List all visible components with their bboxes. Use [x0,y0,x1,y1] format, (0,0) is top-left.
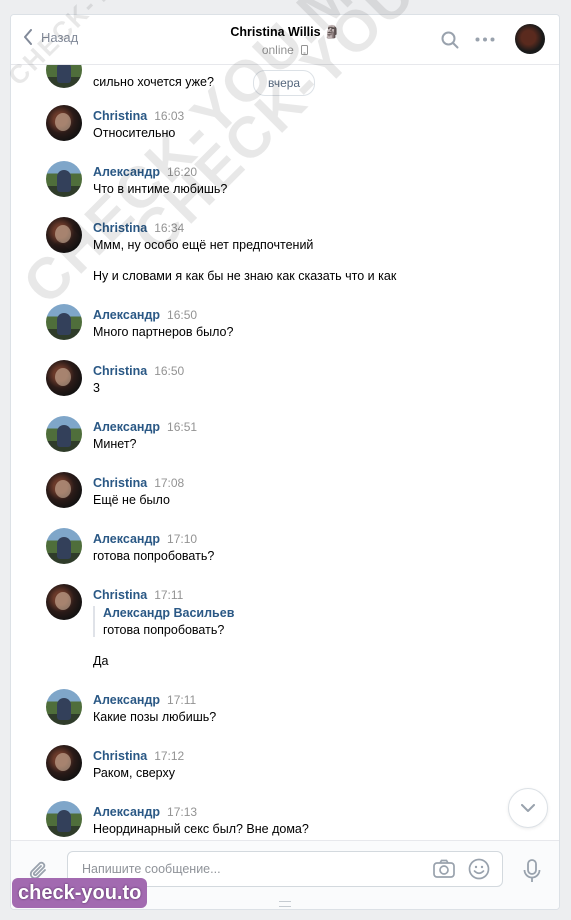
message-text: Ммм, ну особо ещё нет предпочтений [93,238,314,252]
message-time[interactable]: 16:51 [167,420,197,434]
message-time[interactable]: 16:34 [154,221,184,235]
author-name[interactable]: Christina [93,221,147,235]
message-time[interactable]: 17:12 [154,749,184,763]
message-time[interactable]: 17:10 [167,532,197,546]
message-input[interactable] [80,861,424,877]
message-text: Неординарный секс был? Вне дома? [93,822,309,836]
message-time[interactable]: 16:03 [154,109,184,123]
avatar[interactable] [46,472,82,508]
message-text: сильно хочется уже? [93,75,214,89]
chevron-down-icon [521,804,535,812]
message-time[interactable]: 17:08 [154,476,184,490]
author-name[interactable]: Christina [93,109,147,123]
author-name[interactable]: Christina [93,749,147,763]
message-text: Раком, сверху [93,766,175,780]
avatar[interactable] [46,105,82,141]
phone-icon [301,45,309,55]
avatar[interactable] [46,745,82,781]
author-name[interactable]: Александр [93,805,160,819]
author-name[interactable]: Christina [93,364,147,378]
author-name[interactable]: Christina [93,588,147,602]
avatar[interactable] [46,161,82,197]
camera-icon[interactable] [433,859,455,879]
avatar[interactable] [46,528,82,564]
author-name[interactable]: Александр [93,165,160,179]
message-list[interactable]: вчера сильно хочется уже? Christina 16:03… [11,64,559,841]
more-icon[interactable] [475,37,495,42]
status-text: online [261,43,294,57]
message-text: Да [93,654,109,668]
avatar[interactable] [46,217,82,253]
message-text: Относительно [93,126,176,140]
quote-author[interactable]: Александр Васильев [103,606,234,620]
search-icon[interactable] [441,31,459,49]
message-time[interactable]: 16:50 [167,308,197,322]
online-status: online [11,43,559,57]
avatar[interactable] [46,801,82,837]
message-text: Ещё не было [93,493,170,507]
message-text: Что в интиме любишь? [93,182,228,196]
message-time[interactable]: 16:20 [167,165,197,179]
avatar[interactable] [46,689,82,725]
message-text: Много партнеров было? [93,325,234,339]
quote-text: готова попробовать? [103,623,225,637]
avatar[interactable] [46,416,82,452]
message-text: Какие позы любишь? [93,710,217,724]
author-name[interactable]: Александр [93,532,160,546]
chat-header: Назад Christina Willis 🗿 online [11,15,559,65]
message-text: 3 [93,381,100,395]
author-name[interactable]: Александр [93,420,160,434]
avatar[interactable] [46,64,82,88]
message-time[interactable]: 17:13 [167,805,197,819]
author-name[interactable]: Christina [93,476,147,490]
message-time[interactable]: 17:11 [167,693,196,707]
avatar[interactable] [46,584,82,620]
microphone-icon[interactable] [523,859,541,883]
message-text: Ну и словами я как бы не знаю как сказат… [93,269,397,283]
chat-avatar[interactable] [515,24,545,54]
message-text: Минет? [93,437,137,451]
scroll-down-button[interactable] [508,788,548,828]
emoji-icon[interactable] [468,858,490,880]
message-time[interactable]: 17:11 [154,588,183,602]
forwarded-quote[interactable]: Александр Васильев готова попробовать? [93,606,234,637]
message-time[interactable]: 16:50 [154,364,184,378]
message-text: готова попробовать? [93,549,215,563]
chat-window: Назад Christina Willis 🗿 online вчера си… [10,14,560,910]
avatar[interactable] [46,304,82,340]
watermark-badge: check-you.to [12,878,148,908]
resize-handle[interactable] [279,901,291,907]
date-divider[interactable]: вчера [253,70,316,96]
author-name[interactable]: Александр [93,308,160,322]
avatar[interactable] [46,360,82,396]
author-name[interactable]: Александр [93,693,160,707]
